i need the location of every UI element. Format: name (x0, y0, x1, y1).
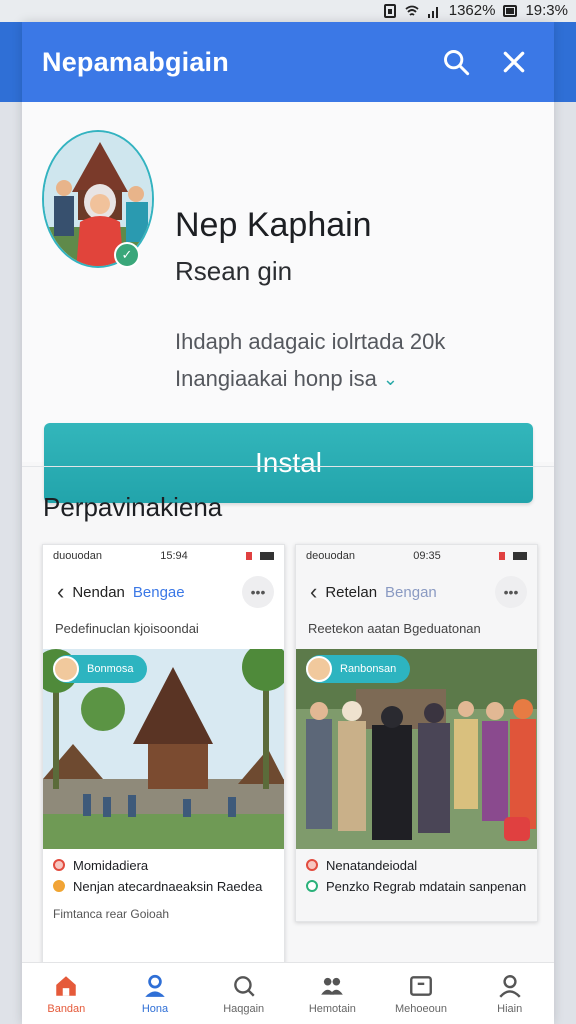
list-item: Penzko Regrab mdatain sanpenan (306, 878, 527, 895)
screenshot-card-1[interactable]: duouodan 15:94 ‹ Nendan Bengae ••• Pedef… (42, 544, 285, 974)
record-icon (53, 880, 65, 892)
clock: 19:3% (525, 2, 568, 19)
app-bar-title: Nepamabgiain (42, 46, 229, 77)
record-icon (53, 859, 65, 871)
more-icon: ••• (495, 576, 527, 608)
back-arrow-icon: ‹ (310, 579, 318, 604)
screenshot-list: Nenatandeiodal Penzko Regrab mdatain san… (296, 849, 537, 907)
screenshot-nav: ‹ Retelan Bengan ••• (296, 567, 537, 617)
home-icon (56, 975, 77, 996)
screenshot-footer: Fimtanca rear Goioah (53, 907, 170, 921)
nav-label: Hiain (497, 1002, 523, 1015)
screenshot-status-left: deouodan (306, 550, 355, 562)
screenshot-nav: ‹ Nendan Bengae ••• (43, 567, 284, 617)
list-item: Nenatandeiodal (306, 857, 527, 874)
search-button[interactable] (434, 40, 478, 84)
app-header: ✓ Nep Kaphain Rsean gin Ihdaph adagaic i… (22, 102, 554, 503)
app-meta-downloads: Ihdaph adagaic iolrtada 20k (175, 329, 446, 354)
screenshot-status-time: 09:35 (413, 550, 441, 562)
screenshots-section-title: Perpavinakiena (43, 492, 223, 522)
group-icon (321, 977, 344, 995)
nav-item-home[interactable]: Bandan (22, 963, 111, 1024)
avatar (306, 656, 332, 682)
signal-icon (498, 552, 509, 560)
nav-item-profile[interactable]: Hiain (465, 963, 554, 1024)
screenshot-status-bar: deouodan 09:35 (296, 545, 537, 567)
avatar (53, 656, 79, 682)
screenshot-subtitle: Reetekon aatan Bgeduatonan (308, 621, 481, 636)
person-icon (145, 974, 165, 997)
signal-icon (427, 4, 441, 18)
divider (22, 466, 554, 467)
nav-label: Haqgain (223, 1002, 265, 1015)
nav-label: Hona (141, 1002, 169, 1015)
signal-icon (245, 552, 256, 560)
app-developer[interactable]: Rsean gin (175, 256, 292, 287)
battery-icon (512, 552, 527, 560)
inbox-icon (410, 975, 432, 996)
app-meta-info[interactable]: Inangiaakai honp isa ⌄ (175, 366, 398, 392)
battery-percent: 1362% (448, 2, 496, 19)
search-icon (233, 975, 255, 997)
nav-item-group[interactable]: Hemotain (288, 963, 377, 1024)
status-bar: 1362% 19:3% (0, 0, 576, 22)
profile-icon (499, 974, 521, 998)
list-item-label: Momidadiera (73, 858, 149, 873)
record-icon (306, 880, 318, 892)
app-bar: Nepamabgiain (22, 22, 554, 102)
more-icon: ••• (242, 576, 274, 608)
nav-item-search[interactable]: Haqgain (199, 963, 288, 1024)
screenshot-status-time: 15:94 (160, 550, 188, 562)
screenshot-card-2[interactable]: deouodan 09:35 ‹ Retelan Bengan ••• Reet… (295, 544, 538, 922)
nav-item-inbox[interactable]: Mehoeoun (377, 963, 466, 1024)
screenshot-nav-link: Bengan (385, 583, 437, 601)
screenshot-status-bar: duouodan 15:94 (43, 545, 284, 567)
battery-icon (259, 552, 274, 560)
nav-label: Hemotain (308, 1002, 356, 1015)
back-arrow-icon: ‹ (57, 579, 65, 604)
install-button[interactable]: Instal (44, 423, 533, 503)
screenshot-chip-label: Bonmosa (87, 663, 134, 675)
screenshot-chip: Ranbonsan (306, 655, 411, 683)
screenshot-list: Momidadiera Nenjan atecardnaeaksin Raede… (43, 849, 284, 907)
close-button[interactable] (492, 40, 536, 84)
screenshot-nav-link: Bengae (132, 583, 185, 601)
nav-label: Mehoeoun (395, 1002, 448, 1015)
screenshot-subtitle: Pedefinuclan kjoisoondai (55, 621, 199, 636)
list-item-label: Penzko Regrab mdatain sanpenan (326, 879, 527, 894)
list-item-label: Nenatandeiodal (326, 858, 418, 873)
screenshot-chip-label: Ranbonsan (340, 663, 397, 675)
wifi-icon (405, 4, 419, 18)
screenshot-nav-title: Retelan (325, 583, 378, 601)
record-icon (306, 859, 318, 871)
app-name: Nep Kaphain (175, 206, 372, 244)
list-item: Nenjan atecardnaeaksin Raedea (53, 878, 274, 895)
screenshot-photo: Bonmosa (43, 649, 284, 849)
screenshot-status-left: duouodan (53, 550, 102, 562)
screenshot-photo: Ranbonsan (296, 649, 537, 849)
bottom-nav: Bandan Hona Haqgain Hemotain Mehoeoun Hi… (22, 962, 554, 1024)
nav-label: Bandan (47, 1002, 86, 1015)
app-meta-info-label: Inangiaakai honp isa (175, 366, 377, 391)
battery-icon (503, 4, 518, 17)
verified-badge-icon: ✓ (114, 242, 140, 268)
close-icon (503, 51, 525, 73)
search-icon (444, 50, 470, 76)
screenshot-chip: Bonmosa (53, 655, 148, 683)
sim-icon (383, 3, 397, 18)
screenshot-nav-title: Nendan (72, 583, 125, 601)
list-item: Momidadiera (53, 857, 274, 874)
list-item-label: Nenjan atecardnaeaksin Raedea (73, 879, 263, 894)
nav-item-people[interactable]: Hona (111, 963, 200, 1024)
chevron-down-icon: ⌄ (382, 368, 398, 389)
app-detail-sheet: Nepamabgiain ✓ Nep Kaphain Rsean gin Ihd… (22, 22, 554, 1024)
